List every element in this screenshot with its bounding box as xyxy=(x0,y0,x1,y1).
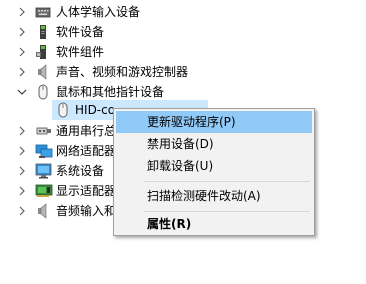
tree-item-label: 人体学输入设备 xyxy=(56,5,141,19)
display-adapter-icon xyxy=(35,183,53,199)
menu-item-label: 禁用设备(D) xyxy=(147,137,214,151)
menu-item-scan-hardware[interactable]: 扫描检测硬件改动(A) xyxy=(116,185,312,207)
mouse-icon xyxy=(57,102,73,118)
menu-separator xyxy=(144,181,310,182)
menu-item-label: 扫描检测硬件改动(A) xyxy=(147,189,261,203)
tree-item-label: 网络适配器 xyxy=(56,144,117,158)
tree-item-label: 声音、视频和游戏控制器 xyxy=(56,65,189,79)
chevron-right-icon[interactable] xyxy=(17,121,27,141)
speaker-icon xyxy=(36,64,52,80)
software-component-icon xyxy=(36,44,52,60)
tree-item-label: HID-co xyxy=(75,103,116,117)
network-adapter-icon xyxy=(35,143,53,159)
chevron-right-icon[interactable] xyxy=(17,42,27,62)
software-device-icon xyxy=(37,24,53,40)
tree-item-label: 软件设备 xyxy=(56,25,105,39)
chevron-right-icon[interactable] xyxy=(17,2,27,22)
chevron-right-icon[interactable] xyxy=(17,181,27,201)
chevron-right-icon[interactable] xyxy=(17,62,27,82)
tree-item-software-components[interactable]: 软件组件 xyxy=(0,42,366,62)
menu-item-label: 卸载设备(U) xyxy=(147,159,214,173)
chevron-right-icon[interactable] xyxy=(17,201,27,221)
tree-item-sound-video-game[interactable]: 声音、视频和游戏控制器 xyxy=(0,62,366,82)
tree-item-label: 鼠标和其他指针设备 xyxy=(56,85,165,99)
tree-item-label: 软件组件 xyxy=(56,45,105,59)
system-device-icon xyxy=(35,163,52,179)
menu-item-update-driver[interactable]: 更新驱动程序(P) xyxy=(116,111,312,133)
tree-item-hid[interactable]: 人体学输入设备 xyxy=(0,2,366,22)
chevron-right-icon[interactable] xyxy=(17,141,27,161)
chevron-right-icon[interactable] xyxy=(17,161,27,181)
hid-device-icon xyxy=(35,4,51,20)
menu-separator xyxy=(144,211,310,212)
menu-item-label: 更新驱动程序(P) xyxy=(147,115,236,129)
tree-item-software-devices[interactable]: 软件设备 xyxy=(0,22,366,42)
chevron-down-icon[interactable] xyxy=(17,82,27,102)
menu-item-label: 属性(R) xyxy=(147,217,192,231)
tree-item-label: 音频输入和 xyxy=(56,204,117,218)
menu-item-disable-device[interactable]: 禁用设备(D) xyxy=(116,133,312,155)
chevron-right-icon[interactable] xyxy=(17,22,27,42)
tree-item-label: 显示适配器 xyxy=(56,184,117,198)
tree-item-label: 通用串行总 xyxy=(56,124,117,138)
usb-icon xyxy=(36,124,52,140)
tree-item-mice-pointing[interactable]: 鼠标和其他指针设备 xyxy=(0,82,366,102)
menu-item-uninstall-device[interactable]: 卸载设备(U) xyxy=(116,155,312,177)
tree-item-label: 系统设备 xyxy=(56,164,105,178)
menu-item-properties[interactable]: 属性(R) xyxy=(116,213,312,235)
context-menu: 更新驱动程序(P) 禁用设备(D) 卸载设备(U) 扫描检测硬件改动(A) 属性… xyxy=(113,108,315,236)
mouse-icon xyxy=(37,84,53,100)
audio-io-icon xyxy=(36,203,52,219)
